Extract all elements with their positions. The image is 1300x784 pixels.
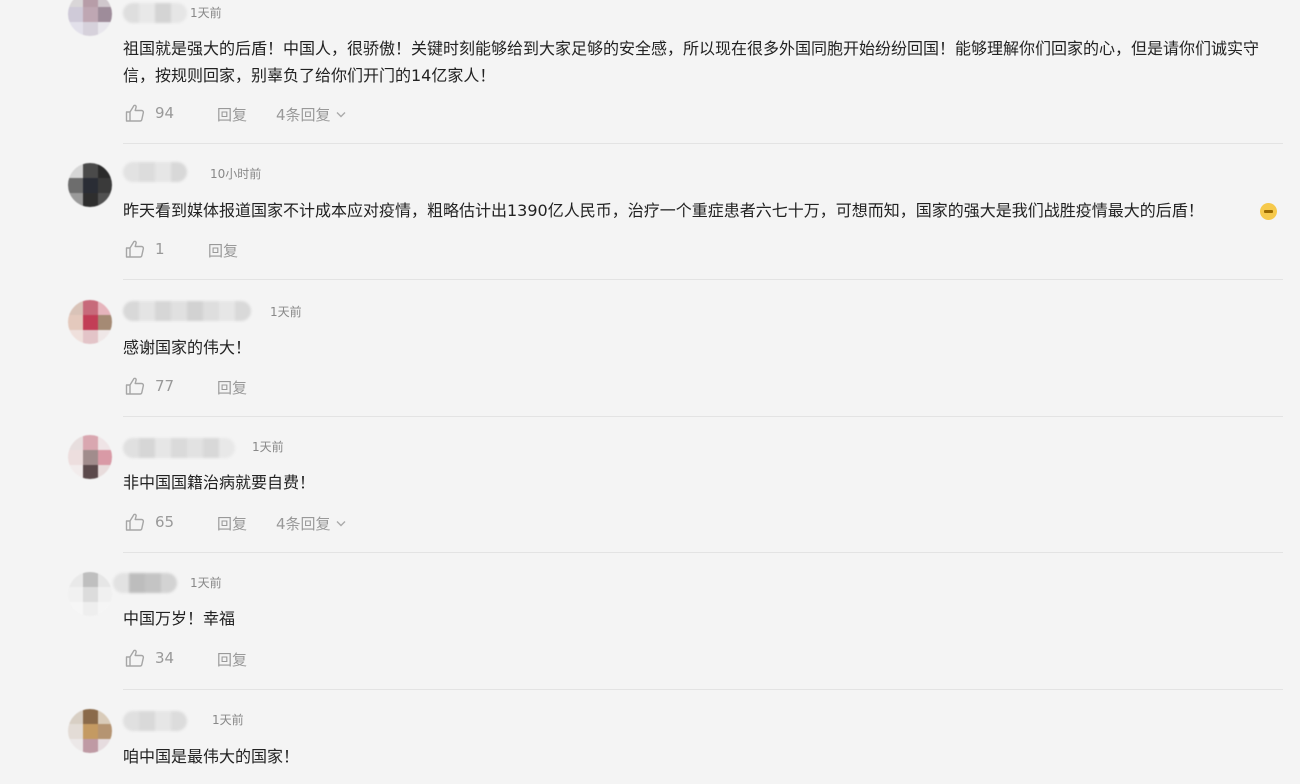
replies-count: 4条回复 — [276, 106, 331, 124]
thumbs-up-icon — [125, 240, 145, 258]
comment-time: 1天前 — [270, 305, 302, 319]
divider — [123, 279, 1283, 280]
thumbs-up-icon — [125, 513, 145, 531]
divider — [123, 143, 1283, 144]
comment-text: 祖国就是强大的后盾！中国人，很骄傲！关键时刻能够给到大家足够的安全感，所以现在很… — [123, 39, 1260, 85]
reply-button[interactable]: 回复 — [217, 513, 247, 534]
like-button[interactable]: 34 — [125, 649, 174, 667]
comment-time: 1天前 — [212, 713, 244, 727]
avatar[interactable] — [68, 0, 112, 36]
thumbs-up-icon — [125, 649, 145, 667]
like-button[interactable]: 77 — [125, 377, 174, 395]
username-redacted[interactable] — [123, 3, 187, 23]
like-count: 77 — [155, 377, 175, 395]
reply-button[interactable]: 回复 — [217, 104, 247, 125]
avatar[interactable] — [68, 435, 112, 479]
divider — [123, 552, 1283, 553]
comment-time: 1天前 — [190, 576, 222, 590]
emoji-icon — [1260, 203, 1277, 220]
username-redacted[interactable] — [123, 301, 251, 321]
like-count: 65 — [155, 513, 175, 531]
comment-time: 1天前 — [190, 6, 222, 20]
reply-button[interactable]: 回复 — [208, 240, 238, 261]
comment-text: 中国万岁！幸福 — [123, 609, 236, 628]
comment-text: 昨天看到媒体报道国家不计成本应对疫情，粗略估计出1390亿人民币，治疗一个重症患… — [123, 201, 1204, 220]
like-button[interactable]: 94 — [125, 104, 174, 122]
comment-text: 感谢国家的伟大！ — [123, 338, 252, 357]
username-redacted[interactable] — [123, 162, 187, 182]
avatar[interactable] — [68, 163, 112, 207]
comment-time: 10小时前 — [210, 167, 262, 181]
thumbs-up-icon — [125, 377, 145, 395]
like-button[interactable]: 1 — [125, 240, 165, 258]
chevron-down-icon — [336, 112, 346, 118]
like-count: 94 — [155, 104, 175, 122]
like-count: 34 — [155, 649, 175, 667]
comment-text: 非中国国籍治病就要自费！ — [123, 473, 316, 492]
avatar[interactable] — [68, 572, 112, 616]
comment-text: 咱中国是最伟大的国家！ — [123, 747, 300, 766]
chevron-down-icon — [336, 521, 346, 527]
view-replies-button[interactable]: 4条回复 — [276, 104, 346, 125]
like-button[interactable]: 65 — [125, 513, 174, 531]
thumbs-up-icon — [125, 104, 145, 122]
comment-list: 1天前 祖国就是强大的后盾！中国人，很骄傲！关键时刻能够给到大家足够的安全感，所… — [0, 0, 1300, 784]
avatar[interactable] — [68, 300, 112, 344]
view-replies-button[interactable]: 4条回复 — [276, 513, 346, 534]
reply-button[interactable]: 回复 — [217, 377, 247, 398]
like-count: 1 — [155, 240, 165, 258]
divider — [123, 416, 1283, 417]
username-redacted[interactable] — [113, 573, 177, 593]
divider — [123, 689, 1283, 690]
replies-count: 4条回复 — [276, 515, 331, 533]
avatar[interactable] — [68, 709, 112, 753]
reply-button[interactable]: 回复 — [217, 649, 247, 670]
comment-time: 1天前 — [252, 440, 284, 454]
username-redacted[interactable] — [123, 711, 187, 731]
username-redacted[interactable] — [123, 438, 235, 458]
